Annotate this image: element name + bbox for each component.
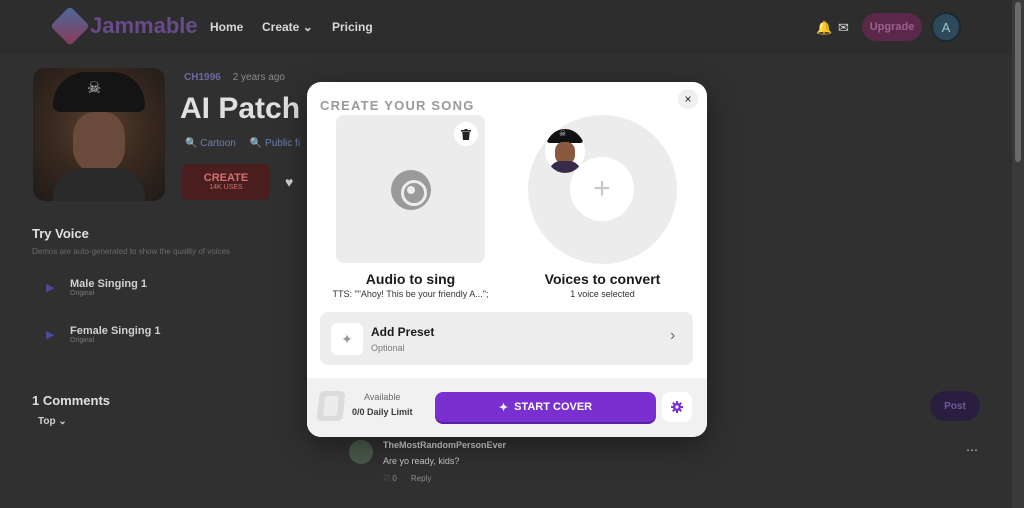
voice-demo-row[interactable]: ▶ Female Singing 1 Original: [32, 315, 322, 353]
audio-to-sing-box[interactable]: [336, 115, 485, 263]
model-meta: CH1996 2 years ago: [184, 72, 285, 83]
heart-outline-icon: ♡: [383, 474, 391, 483]
disc-icon: [391, 170, 431, 210]
user-avatar[interactable]: A: [931, 12, 961, 42]
page-scrollbar[interactable]: [1012, 0, 1024, 508]
upgrade-button[interactable]: Upgrade: [862, 13, 922, 41]
chevron-down-icon: ⌄: [58, 416, 67, 427]
create-song-modal: CREATE YOUR SONG × + ☠ Audio to sing TTS…: [307, 82, 707, 437]
like-button[interactable]: ♡ 0: [383, 474, 397, 483]
comment-actions: ♡ 0 Reply: [383, 474, 431, 483]
more-options-icon[interactable]: ⋯: [966, 443, 978, 457]
tag-public[interactable]: 🔍 Public fi: [250, 138, 300, 149]
model-tags: 🔍 Cartoon 🔍 Public fi: [185, 138, 300, 149]
voice-demo-name: Female Singing 1: [70, 324, 161, 337]
voice-demo-row[interactable]: ▶ Male Singing 1 Original: [32, 268, 322, 306]
sparkle-icon: ✦: [498, 401, 509, 414]
available-label: Available: [364, 392, 401, 402]
chevron-down-icon: ⌄: [302, 20, 313, 34]
audio-to-sing-label: Audio to sing: [365, 271, 456, 287]
chevron-right-icon: ›: [670, 327, 676, 344]
selected-voice-avatar[interactable]: ☠: [545, 129, 585, 173]
voice-demo-sub: Original: [70, 336, 95, 344]
audio-to-sing-subtitle: TTS: ""Ahoy! This be your friendly A..."…: [332, 289, 489, 299]
add-preset-row[interactable]: ✦ Add Preset Optional ›: [320, 312, 693, 365]
modal-footer: Available 0/0 Daily Limit ✦ START COVER: [307, 378, 707, 437]
nav-home-link[interactable]: Home: [210, 20, 243, 34]
credits-card-icon: [316, 391, 346, 421]
reply-button[interactable]: Reply: [411, 474, 431, 483]
comment-avatar: [349, 440, 373, 464]
logo-mark-icon: [50, 6, 90, 46]
voices-to-convert-label: Voices to convert: [544, 271, 661, 287]
preset-subtitle: Optional: [371, 343, 405, 353]
modal-title: CREATE YOUR SONG: [320, 98, 475, 113]
top-navigation: Jammable Home Create ⌄ Pricing 🔔 ✉ Upgra…: [0, 0, 1012, 54]
nav-create-link[interactable]: Create ⌄: [262, 20, 313, 34]
start-cover-label: START COVER: [514, 401, 593, 413]
post-comment-button[interactable]: Post: [930, 391, 980, 421]
sparkle-icon: ✦: [331, 323, 363, 355]
brand-name: Jammable: [90, 13, 198, 38]
like-count: 0: [392, 474, 397, 483]
body-shape: [53, 168, 145, 201]
model-cover-image: ☠: [33, 68, 165, 201]
comment-author[interactable]: TheMostRandomPersonEver: [383, 440, 506, 450]
delete-audio-button[interactable]: [454, 122, 478, 146]
start-cover-button[interactable]: ✦ START COVER: [435, 392, 656, 422]
creator-link[interactable]: CH1996: [184, 72, 221, 83]
play-icon[interactable]: ▶: [46, 281, 64, 294]
comments-heading: 1 Comments: [32, 393, 111, 408]
voice-demo-name: Male Singing 1: [70, 277, 148, 290]
tag-label: Public fi: [265, 138, 301, 149]
sort-label: Top: [38, 416, 56, 427]
comment-text: Are yo ready, kids?: [383, 456, 460, 466]
face-shape: [73, 112, 125, 172]
close-button[interactable]: ×: [678, 89, 698, 109]
scrollbar-thumb[interactable]: [1015, 2, 1021, 162]
tag-label: Cartoon: [200, 138, 236, 149]
close-icon: ×: [684, 92, 692, 106]
bell-icon[interactable]: 🔔: [816, 20, 832, 36]
create-button[interactable]: CREATE 14K USES: [182, 164, 270, 200]
daily-limit-value: 0/0 Daily Limit: [352, 407, 413, 417]
skull-icon: ☠: [559, 129, 567, 138]
play-icon[interactable]: ▶: [46, 328, 64, 341]
create-label: CREATE: [203, 172, 249, 185]
plus-icon: +: [593, 172, 611, 205]
create-uses: 14K USES: [209, 184, 243, 192]
voice-demo-sub: Original: [70, 289, 95, 297]
nav-create-label: Create: [262, 20, 300, 34]
nav-pricing-link[interactable]: Pricing: [332, 20, 373, 34]
preset-title: Add Preset: [371, 325, 435, 339]
comments-sort-dropdown[interactable]: Top ⌄: [38, 416, 67, 427]
tag-cartoon[interactable]: 🔍 Cartoon: [185, 138, 236, 149]
body-shape: [549, 161, 581, 173]
brand-logo[interactable]: Jammable: [50, 6, 198, 46]
try-voice-heading: Try Voice: [32, 226, 89, 241]
mail-icon[interactable]: ✉: [838, 20, 849, 36]
trash-icon: [461, 128, 471, 140]
model-age: 2 years ago: [232, 72, 285, 83]
gear-icon: [671, 401, 683, 413]
voices-selected-count: 1 voice selected: [570, 289, 635, 299]
cover-settings-button[interactable]: [662, 392, 692, 422]
try-voice-description: Demos are auto-generated to show the qua…: [32, 247, 230, 256]
skull-icon: ☠: [87, 80, 102, 97]
heart-icon[interactable]: ♥: [285, 174, 293, 190]
model-title: AI Patch: [180, 92, 301, 125]
